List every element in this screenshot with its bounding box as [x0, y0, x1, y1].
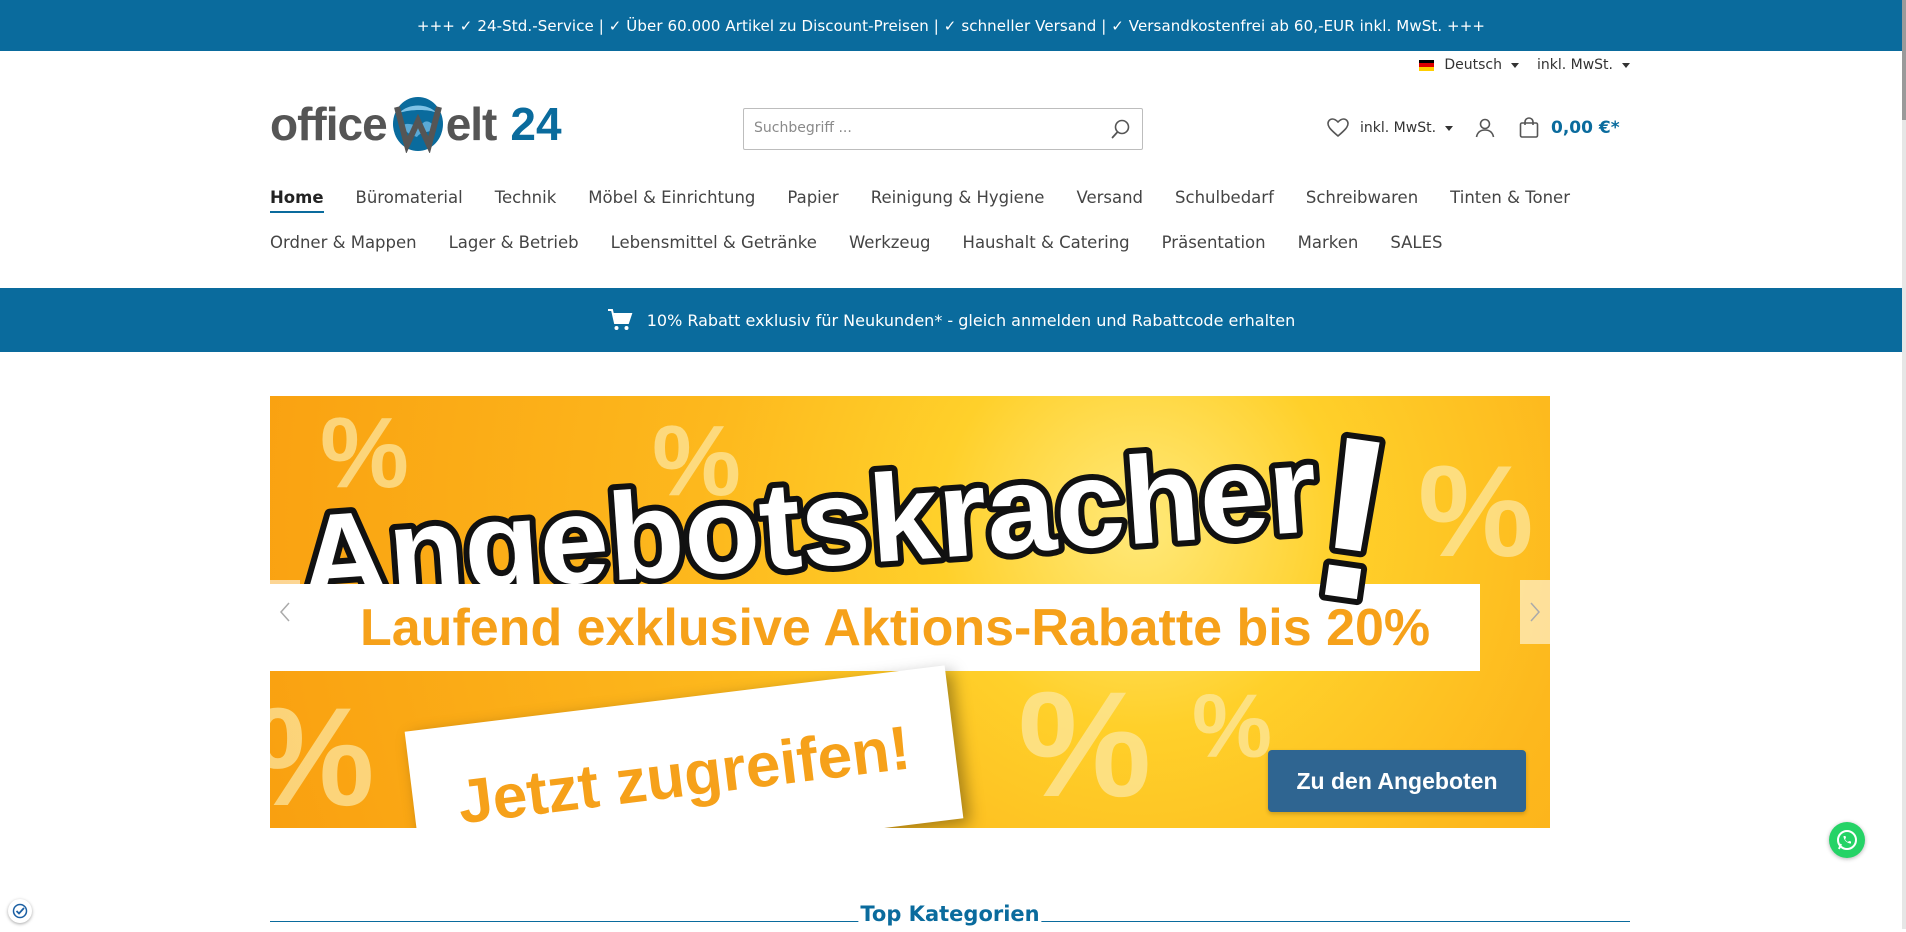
scrollbar-thumb[interactable]	[1902, 0, 1906, 120]
logo-number: 24	[510, 98, 562, 150]
main-nav-row-1: Home Büromaterial Technik Möbel & Einric…	[270, 188, 1602, 213]
nav-item-praesentation[interactable]: Präsentation	[1162, 233, 1266, 258]
cart-total[interactable]: 0,00 €*	[1551, 118, 1620, 138]
nav-item-ordner[interactable]: Ordner & Mappen	[270, 233, 417, 258]
search-bar	[743, 108, 1143, 150]
nav-item-werkzeug[interactable]: Werkzeug	[849, 233, 931, 258]
logo-text-elt: elt	[445, 98, 498, 150]
nav-item-sales[interactable]: SALES	[1390, 233, 1442, 258]
check-badge-icon	[12, 903, 28, 919]
chevron-down-icon	[1445, 125, 1454, 131]
top-categories-heading: Top Kategorien	[270, 902, 1630, 932]
search-icon[interactable]	[1110, 118, 1132, 140]
announcement-text: +++ ✓ 24-Std.-Service | ✓ Über 60.000 Ar…	[416, 16, 1486, 35]
nav-item-versand[interactable]: Versand	[1076, 188, 1143, 213]
nav-item-papier[interactable]: Papier	[787, 188, 838, 213]
search-input[interactable]	[744, 109, 1104, 147]
section-title: Top Kategorien	[858, 902, 1042, 926]
user-account-icon[interactable]	[1473, 116, 1497, 140]
language-label: Deutsch	[1444, 57, 1502, 73]
whatsapp-icon	[1837, 830, 1857, 850]
slider-next-button[interactable]	[1520, 580, 1550, 644]
nav-item-home[interactable]: Home	[270, 188, 324, 213]
percent-decoration: %	[1418, 438, 1534, 584]
hero-slider[interactable]: % % % % % % Angebotskracher Laufend exkl…	[270, 396, 1550, 828]
shopping-cart-icon	[607, 309, 633, 330]
logo-text-office: office	[270, 98, 388, 150]
chevron-right-icon	[1530, 602, 1541, 622]
shopping-bag-icon[interactable]	[1517, 116, 1541, 140]
main-nav-row-2: Ordner & Mappen Lager & Betrieb Lebensmi…	[270, 233, 1474, 258]
percent-decoration: %	[270, 676, 374, 828]
top-settings-row: Deutsch inkl. MwSt.	[1419, 57, 1630, 73]
chevron-down-icon	[1510, 62, 1519, 68]
percent-decoration: %	[1018, 660, 1152, 828]
nav-item-bueromaterial[interactable]: Büromaterial	[356, 188, 463, 213]
nav-item-moebel[interactable]: Möbel & Einrichtung	[588, 188, 755, 213]
angebotskracher-headline: Angebotskracher	[288, 418, 1327, 593]
nav-item-schreibwaren[interactable]: Schreibwaren	[1306, 188, 1418, 213]
language-dropdown[interactable]: Deutsch	[1419, 57, 1519, 73]
nav-item-technik[interactable]: Technik	[495, 188, 557, 213]
zu-den-angeboten-button[interactable]: Zu den Angeboten	[1268, 750, 1526, 812]
trust-badge[interactable]	[8, 899, 32, 923]
headline-text: Angebotskracher	[294, 420, 1321, 593]
percent-decoration: %	[1192, 677, 1273, 777]
promo-banner[interactable]: 10% Rabatt exklusiv für Neukunden* - gle…	[0, 288, 1902, 352]
exclamation-text: !	[1304, 410, 1408, 620]
exclamation-mark-graphic: !	[1304, 410, 1414, 620]
jetzt-zugreifen-card: Jetzt zugreifen!	[404, 665, 964, 828]
chevron-down-icon	[1622, 62, 1630, 68]
site-logo[interactable]: office elt 24	[270, 94, 562, 154]
globe-w-icon	[392, 97, 443, 153]
jetzt-zugreifen-text: Jetzt zugreifen!	[454, 713, 914, 828]
announcement-bar: +++ ✓ 24-Std.-Service | ✓ Über 60.000 Ar…	[0, 0, 1902, 51]
tax-display-dropdown[interactable]: inkl. MwSt.	[1537, 57, 1630, 73]
nav-item-lebensmittel[interactable]: Lebensmittel & Getränke	[611, 233, 817, 258]
nav-item-marken[interactable]: Marken	[1298, 233, 1359, 258]
heart-icon[interactable]	[1326, 116, 1350, 140]
page-scrollbar[interactable]	[1902, 0, 1906, 929]
chevron-left-icon	[279, 602, 290, 622]
nav-item-schulbedarf[interactable]: Schulbedarf	[1175, 188, 1274, 213]
promo-text: 10% Rabatt exklusiv für Neukunden* - gle…	[646, 310, 1296, 330]
subline-text: Laufend exklusive Aktions-Rabatte bis 20…	[360, 598, 1431, 657]
nav-item-lager[interactable]: Lager & Betrieb	[449, 233, 579, 258]
header-tax-dropdown[interactable]: inkl. MwSt.	[1360, 120, 1454, 136]
whatsapp-chat-button[interactable]	[1829, 822, 1865, 858]
slider-prev-button[interactable]	[270, 580, 300, 644]
nav-item-reinigung[interactable]: Reinigung & Hygiene	[871, 188, 1045, 213]
nav-item-haushalt[interactable]: Haushalt & Catering	[963, 233, 1130, 258]
tax-display-label: inkl. MwSt.	[1536, 57, 1613, 73]
german-flag-icon	[1419, 59, 1435, 71]
nav-item-tinten-toner[interactable]: Tinten & Toner	[1450, 188, 1570, 213]
subline-strip: Laufend exklusive Aktions-Rabatte bis 20…	[270, 584, 1480, 671]
header-actions: inkl. MwSt. 0,00 €*	[1326, 116, 1620, 140]
header-tax-label: inkl. MwSt.	[1360, 120, 1437, 136]
